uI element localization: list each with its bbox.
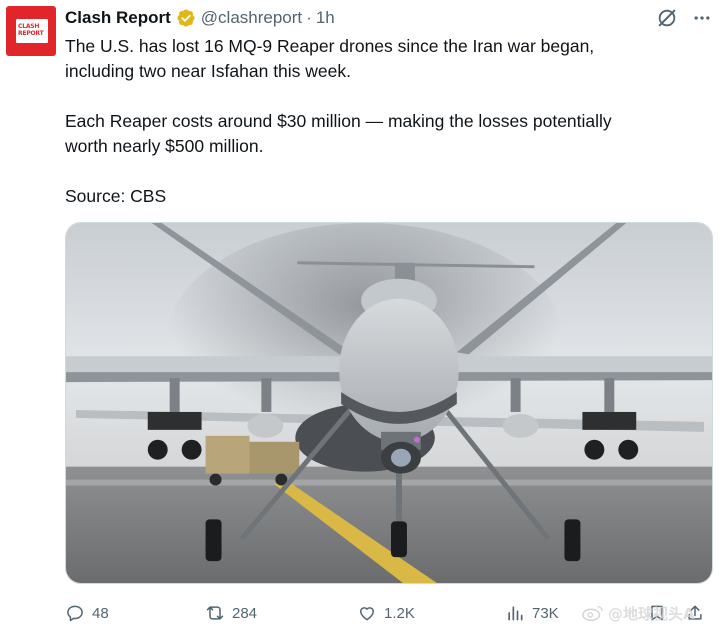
repost-icon [206,606,224,620]
avatar-logo-text: CLASH REPORT [18,23,44,37]
post-header: Clash Report @clashreport · 1h [65,6,335,30]
share-icon [688,605,702,620]
like-count: 1.2K [384,604,415,622]
views-button[interactable]: 73K [505,598,559,628]
bookmark-button[interactable] [647,598,674,628]
display-name[interactable]: Clash Report [65,8,171,28]
post-source: Source: CBS [65,186,167,206]
heart-icon [360,607,374,621]
views-count: 73K [532,604,559,622]
post-line: worth nearly $500 million. [65,136,264,156]
timestamp[interactable]: 1h [316,8,335,28]
action-bar: 48 284 1.2K 73K [65,598,713,628]
reply-icon [67,605,83,622]
post-media-image[interactable] [65,222,713,584]
separator-dot: · [306,8,312,27]
repost-button[interactable]: 284 [205,598,257,628]
post-text: The U.S. has lost 16 MQ-9 Reaper drones … [65,34,705,209]
analytics-icon [508,606,523,621]
post-line: including two near Isfahan this week. [65,61,351,81]
avatar[interactable]: CLASH REPORT [6,6,56,56]
like-button[interactable]: 1.2K [357,598,415,628]
repost-count: 284 [232,604,258,622]
reply-count: 48 [92,604,109,622]
reply-button[interactable]: 48 [65,598,109,628]
bookmark-icon [651,605,663,621]
share-button[interactable] [685,598,712,628]
post-line: Each Reaper costs around $30 million — m… [65,111,612,131]
verified-badge-icon [176,8,196,28]
more-options-icon[interactable] [692,8,712,28]
handle[interactable]: @clashreport [201,8,302,28]
grok-icon[interactable] [656,7,678,29]
post-line: The U.S. has lost 16 MQ-9 Reaper drones … [65,36,595,56]
